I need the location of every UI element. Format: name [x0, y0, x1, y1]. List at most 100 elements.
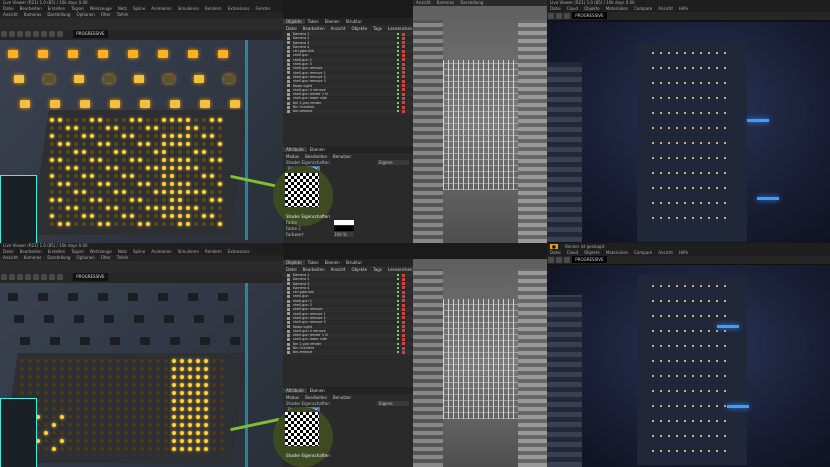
visibility-check-icon[interactable] [397, 58, 399, 61]
tag-icon[interactable] [402, 303, 405, 307]
visibility-check-icon[interactable] [397, 93, 399, 96]
visibility-check-icon[interactable] [397, 106, 399, 109]
tag-icon[interactable] [402, 342, 405, 346]
bottom-viewport-menu[interactable]: Ansicht Kameras Darstellung Optionen Filter T… [0, 255, 283, 261]
attr-menu-item[interactable]: Bearbeiten [302, 395, 330, 400]
visibility-check-icon[interactable] [397, 334, 399, 337]
menu-item[interactable]: Netz [118, 6, 127, 11]
attr-menu-item[interactable]: Modus [283, 154, 302, 159]
top-gray-menu[interactable]: Ansicht Kameras Darstellung [413, 0, 547, 6]
viewport-menu-item[interactable]: Darstellung [460, 0, 483, 5]
viewport-menu-item[interactable]: Darstellung [47, 255, 70, 260]
visibility-check-icon[interactable] [397, 80, 399, 83]
tag-icon[interactable] [402, 71, 405, 75]
tag-icon[interactable] [402, 49, 405, 53]
visibility-check-icon[interactable] [397, 37, 399, 40]
rotate-icon[interactable] [17, 274, 23, 280]
play-icon[interactable] [548, 257, 554, 263]
visibility-check-icon[interactable] [397, 286, 399, 289]
stop-icon[interactable] [556, 13, 562, 19]
tag-icon[interactable] [402, 53, 405, 57]
play-icon[interactable] [548, 13, 554, 19]
top-manager-tabs[interactable]: Objekte Takes Ebenen Struktur [283, 18, 413, 25]
tag-icon[interactable] [402, 45, 405, 49]
camera-icon[interactable] [41, 31, 47, 37]
tag-icon[interactable] [402, 325, 405, 329]
bottom-attr-tabs[interactable]: Attribute Ebenen [283, 387, 413, 394]
object-row[interactable]: bin-remove [283, 109, 413, 114]
tag-icon[interactable] [402, 92, 405, 96]
visibility-check-icon[interactable] [397, 110, 399, 113]
tag-icon[interactable] [402, 32, 405, 36]
tab-structure[interactable]: Struktur [343, 260, 365, 265]
render-menu-item[interactable]: Hilfe [679, 250, 688, 255]
menu-item[interactable]: Bearbeiten [20, 6, 42, 11]
value-field-row[interactable]: Farbwert 100 % [286, 232, 406, 237]
tag-icon[interactable] [402, 277, 405, 281]
tag-icon[interactable] [402, 312, 405, 316]
menu-item[interactable]: Rendern [205, 249, 222, 254]
visibility-check-icon[interactable] [397, 75, 399, 78]
visibility-check-icon[interactable] [397, 308, 399, 311]
visibility-check-icon[interactable] [397, 282, 399, 285]
tab-layers[interactable]: Ebenen [322, 260, 343, 265]
top-object-manager[interactable]: Objekte Takes Ebenen Struktur Datei Bearbeit… [283, 18, 413, 146]
tag-icon[interactable] [402, 307, 405, 311]
viewport-menu-item[interactable]: Kameras [24, 12, 42, 17]
menu-item[interactable]: Werkzeuge [90, 249, 112, 254]
visibility-check-icon[interactable] [397, 321, 399, 324]
render-menu-item[interactable]: Datei [550, 6, 561, 11]
menu-item[interactable]: Simulieren [178, 6, 199, 11]
menu-item[interactable]: Erstellen [48, 6, 66, 11]
search-field[interactable]: Eigene [377, 401, 409, 406]
visibility-check-icon[interactable] [397, 67, 399, 70]
render-menu-item[interactable]: Ansicht [658, 6, 673, 11]
grid-icon[interactable] [57, 31, 63, 37]
scale-icon[interactable] [25, 274, 31, 280]
tag-icon[interactable] [402, 294, 405, 298]
bottom-object-manager[interactable]: Objekte Takes Ebenen Struktur Datei Bearbeit… [283, 259, 413, 387]
tab-layers[interactable]: Ebenen [307, 388, 328, 393]
visibility-check-icon[interactable] [397, 347, 399, 350]
viewport-menu-item[interactable]: Kameras [24, 255, 42, 260]
top-viewport-toolbar[interactable]: PROGRESSIVE [0, 30, 283, 40]
viewport-menu-item[interactable]: Ansicht [3, 12, 18, 17]
visibility-check-icon[interactable] [397, 41, 399, 44]
light-icon[interactable] [49, 274, 55, 280]
attr-menu-item[interactable]: Benutzer [330, 395, 354, 400]
viewport-menu-item[interactable]: Filter [101, 255, 111, 260]
viewport-menu-item[interactable]: Filter [101, 12, 111, 17]
menu-item[interactable]: Spline [133, 6, 145, 11]
tab-objects[interactable]: Objekte [283, 260, 305, 265]
visibility-check-icon[interactable] [397, 63, 399, 66]
tag-icon[interactable] [402, 329, 405, 333]
visibility-check-icon[interactable] [397, 45, 399, 48]
render-mode-select[interactable]: PROGRESSIVE [572, 12, 607, 19]
visibility-check-icon[interactable] [397, 342, 399, 345]
manager-menu-item[interactable]: Ansicht [328, 267, 349, 272]
stop-icon[interactable] [556, 257, 562, 263]
tag-icon[interactable] [402, 79, 405, 83]
attr-menu-item[interactable]: Benutzer [330, 154, 354, 159]
visibility-check-icon[interactable] [397, 329, 399, 332]
camera-icon[interactable] [41, 274, 47, 280]
tab-structure[interactable]: Struktur [343, 19, 365, 24]
bottom-viewport-toolbar[interactable]: PROGRESSIVE [0, 273, 283, 283]
tag-icon[interactable] [402, 84, 405, 88]
render-menu-item[interactable]: Objekte [584, 6, 600, 11]
visibility-check-icon[interactable] [397, 71, 399, 74]
render-menu-item[interactable]: Cloud [567, 6, 578, 11]
refresh-icon[interactable] [564, 13, 570, 19]
bottom-viewport-render[interactable] [0, 283, 283, 467]
tab-attributes[interactable]: Attribute [283, 388, 307, 393]
menu-item[interactable]: Extensions [228, 249, 250, 254]
move-icon[interactable] [9, 274, 15, 280]
top-viewport-menu[interactable]: Ansicht Kameras Darstellung Optionen Filter T… [0, 12, 283, 18]
tag-icon[interactable] [402, 88, 405, 92]
scale-icon[interactable] [25, 31, 31, 37]
manager-menu-item[interactable]: Objekte [348, 267, 370, 272]
tag-icon[interactable] [402, 337, 405, 341]
top-gray-viewport[interactable]: Ansicht Kameras Darstellung [413, 0, 547, 243]
tab-layers[interactable]: Ebenen [307, 147, 328, 152]
color-swatch[interactable] [334, 220, 354, 225]
